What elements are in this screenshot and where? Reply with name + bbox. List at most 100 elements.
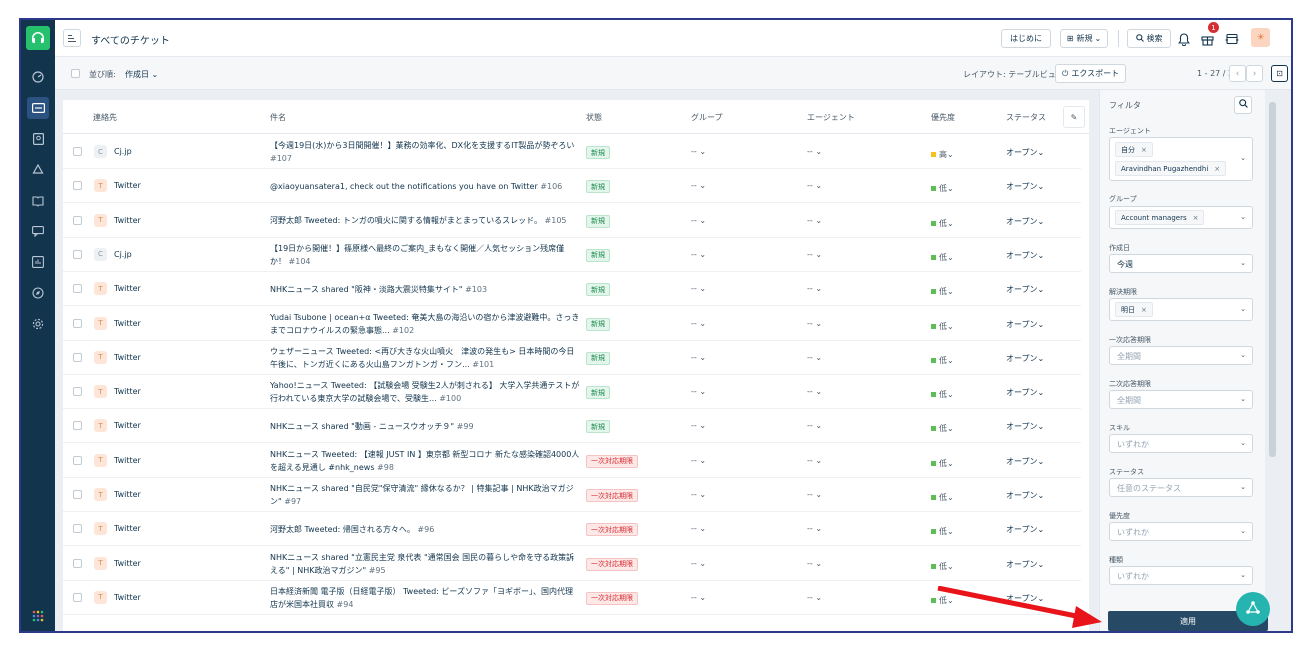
column-status[interactable]: ステータス (1006, 112, 1046, 123)
ticket-subject-link[interactable]: NHKニュース shared "立憲民主党 泉代表 "通常国会 国民の暮らしや命… (270, 551, 580, 577)
table-row[interactable]: T Twitter 河野太郎 Tweeted: トンガの噴火に関する情報がまとまって… (63, 204, 1081, 238)
contact-name[interactable]: Twitter (114, 387, 141, 396)
priority-dropdown[interactable]: 低 ⌄ (931, 492, 954, 503)
row-checkbox[interactable] (73, 558, 82, 568)
agent-dropdown[interactable]: -- ⌄ (807, 593, 822, 602)
help-widget-button[interactable] (1236, 592, 1270, 626)
ticket-subject-link[interactable]: 河野太郎 Tweeted: 帰国される方々へ。 #96 (270, 516, 580, 542)
filter-search-button[interactable] (1234, 96, 1252, 114)
priority-filter-select[interactable]: いずれか ⌄ (1109, 522, 1253, 541)
column-contact[interactable]: 連絡先 (93, 112, 117, 123)
prev-page-button[interactable]: ‹ (1229, 65, 1246, 82)
status-dropdown[interactable]: オープン⌄ (1006, 181, 1044, 192)
agent-dropdown[interactable]: -- ⌄ (807, 216, 822, 225)
status-dropdown[interactable]: オープン⌄ (1006, 490, 1044, 501)
column-priority[interactable]: 優先度 (931, 112, 955, 123)
contact-name[interactable]: Cj.jp (114, 147, 132, 156)
group-dropdown[interactable]: -- ⌄ (691, 250, 706, 259)
select-all-checkbox[interactable] (71, 69, 80, 78)
table-row[interactable]: T Twitter NHKニュース shared "自民党"保守清流" 縁休なるか？… (63, 478, 1081, 512)
table-row[interactable]: T Twitter 日本経済新聞 電子版（日経電子版） Tweeted: ビーズソフ… (63, 581, 1081, 615)
status-filter-select[interactable]: 任意のステータス ⌄ (1109, 478, 1253, 497)
row-checkbox[interactable] (73, 284, 82, 294)
agent-dropdown[interactable]: -- ⌄ (807, 456, 822, 465)
priority-dropdown[interactable]: 低 ⌄ (931, 218, 954, 229)
row-checkbox[interactable] (73, 249, 82, 259)
ticket-subject-link[interactable]: 河野太郎 Tweeted: トンガの噴火に関する情報がまとまっているスレッド。 … (270, 208, 580, 234)
priority-dropdown[interactable]: 低 ⌄ (931, 252, 954, 263)
status-dropdown[interactable]: オープン⌄ (1006, 147, 1044, 158)
row-checkbox[interactable] (73, 147, 82, 156)
priority-dropdown[interactable]: 低 ⌄ (931, 321, 954, 332)
agent-dropdown[interactable]: -- ⌄ (807, 490, 822, 499)
contact-name[interactable]: Twitter (114, 559, 141, 568)
tickets-icon[interactable] (27, 97, 49, 119)
table-row[interactable]: C Cj.jp 【19日から開催！】篠原様へ最終のご案内_まもなく開催／人気セッショ… (63, 238, 1081, 272)
priority-dropdown[interactable]: 低 ⌄ (931, 423, 954, 434)
resolve-filter-select[interactable]: 明日 × ⌄ (1109, 298, 1253, 321)
table-row[interactable]: T Twitter NHKニュース shared "動画 - ニュースウオッチ９" … (63, 409, 1081, 444)
group-dropdown[interactable]: -- ⌄ (691, 490, 706, 499)
contact-name[interactable]: Twitter (114, 181, 141, 190)
agent-dropdown[interactable]: -- ⌄ (807, 284, 822, 293)
group-dropdown[interactable]: -- ⌄ (691, 216, 706, 225)
row-checkbox[interactable] (73, 387, 82, 397)
ticket-subject-link[interactable]: NHKニュース shared "阪神・淡路大震災特集サイト" #103 (270, 276, 580, 302)
next-page-button[interactable]: › (1246, 65, 1263, 82)
table-row[interactable]: T Twitter NHKニュース shared "立憲民主党 泉代表 "通常国会 … (63, 547, 1081, 581)
row-checkbox[interactable] (73, 592, 82, 602)
contact-name[interactable]: Cj.jp (114, 250, 132, 259)
status-dropdown[interactable]: オープン⌄ (1006, 387, 1044, 398)
contact-name[interactable]: Twitter (114, 319, 141, 328)
ticket-subject-link[interactable]: Yudai Tsubone | ocean+α Tweeted: 奄美大島の海沿… (270, 311, 580, 337)
contact-name[interactable]: Twitter (114, 593, 141, 602)
group-dropdown[interactable]: -- ⌄ (691, 353, 706, 362)
ticket-subject-link[interactable]: 【19日から開催！】篠原様へ最終のご案内_まもなく開催／人気セッション残席僅か！… (270, 242, 580, 268)
contact-name[interactable]: Twitter (114, 353, 141, 362)
status-dropdown[interactable]: オープン⌄ (1006, 284, 1044, 295)
table-row[interactable]: T Twitter NHKニュース shared "阪神・淡路大震災特集サイト" #… (63, 272, 1081, 307)
column-state[interactable]: 状態 (586, 112, 602, 123)
status-dropdown[interactable]: オープン⌄ (1006, 421, 1044, 432)
priority-dropdown[interactable]: 低 ⌄ (931, 526, 954, 537)
row-checkbox[interactable] (73, 421, 82, 431)
status-dropdown[interactable]: オープン⌄ (1006, 216, 1044, 227)
ticket-subject-link[interactable]: ウェザーニュース Tweeted: <再び大きな火山噴火 津波の発生も> 日本時… (270, 345, 580, 371)
group-dropdown[interactable]: -- ⌄ (691, 319, 706, 328)
row-checkbox[interactable] (73, 490, 82, 499)
sort-dropdown[interactable]: 作成日 ⌄ (125, 69, 158, 80)
agent-dropdown[interactable]: -- ⌄ (807, 250, 822, 259)
table-row[interactable]: T Twitter ウェザーニュース Tweeted: <再び大きな火山噴火 津波の… (63, 341, 1081, 375)
filter-scrollbar[interactable] (1269, 102, 1276, 457)
row-checkbox[interactable] (73, 524, 82, 534)
status-dropdown[interactable]: オープン⌄ (1006, 559, 1044, 570)
remove-chip-icon[interactable]: × (1214, 165, 1220, 173)
table-row[interactable]: T Twitter Yudai Tsubone | ocean+α Tweeted:… (63, 307, 1081, 341)
status-dropdown[interactable]: オープン⌄ (1006, 456, 1044, 467)
filter-panel-toggle-button[interactable]: ⊡ (1271, 65, 1288, 82)
agent-dropdown[interactable]: -- ⌄ (807, 353, 822, 362)
ticket-subject-link[interactable]: NHKニュース shared "動画 - ニュースウオッチ９" #99 (270, 413, 580, 439)
group-dropdown[interactable]: -- ⌄ (691, 593, 706, 602)
export-button[interactable]: ⏻ エクスポート (1055, 64, 1127, 83)
notification-bell-icon[interactable] (1175, 30, 1193, 48)
agent-dropdown[interactable]: -- ⌄ (807, 524, 822, 533)
skill-filter-select[interactable]: いずれか ⌄ (1109, 434, 1253, 453)
created-filter-select[interactable]: 今週 ⌄ (1109, 254, 1253, 273)
remove-chip-icon[interactable]: × (1193, 214, 1199, 222)
row-checkbox[interactable] (73, 215, 82, 225)
first-response-filter-select[interactable]: 全期間 ⌄ (1109, 346, 1253, 365)
priority-dropdown[interactable]: 高 ⌄ (931, 149, 954, 160)
dashboard-icon[interactable] (27, 66, 49, 88)
search-button[interactable]: 検索 (1127, 29, 1171, 48)
status-dropdown[interactable]: オープン⌄ (1006, 353, 1044, 364)
group-dropdown[interactable]: -- ⌄ (691, 147, 706, 156)
agent-dropdown[interactable]: -- ⌄ (807, 421, 822, 430)
table-row[interactable]: T Twitter NHKニュース Tweeted: 【速報 JUST IN 】東京… (63, 444, 1081, 478)
apps-grid-icon[interactable] (32, 610, 44, 622)
priority-dropdown[interactable]: 低 ⌄ (931, 183, 954, 194)
chat-icon[interactable] (27, 220, 49, 242)
priority-dropdown[interactable]: 低 ⌄ (931, 561, 954, 572)
social-icon[interactable] (27, 159, 49, 181)
remove-chip-icon[interactable]: × (1141, 146, 1147, 154)
